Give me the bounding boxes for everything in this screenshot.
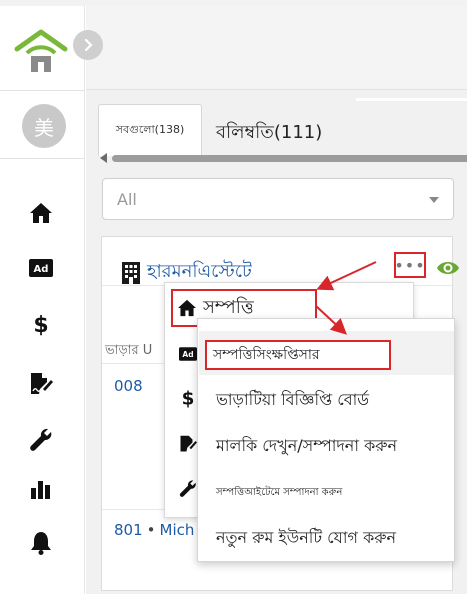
avatar-text: 美 xyxy=(34,115,54,140)
sidebar-divider xyxy=(0,90,85,91)
eye-icon[interactable] xyxy=(436,259,460,281)
signature-icon[interactable] xyxy=(28,371,54,397)
app-logo[interactable] xyxy=(14,24,68,78)
svg-text:Ad: Ad xyxy=(182,350,193,359)
home-icon[interactable] xyxy=(28,200,54,226)
tab-all[interactable]: সবগুলো(138) xyxy=(98,104,202,156)
chevron-right-icon xyxy=(84,39,93,51)
home-icon xyxy=(178,299,196,317)
sidebar: 美 Ad $ xyxy=(0,6,85,594)
dollar-icon[interactable]: $ xyxy=(28,311,54,337)
menu-item-tenant-notice-board[interactable]: ভাড়াটিয়া বিজ্ঞিপ্তি বোর্ড xyxy=(216,387,369,414)
property-submenu: সম্পত্তিসিংক্ষপ্তিসার ভাড়াটিয়া বিজ্ঞিপ… xyxy=(197,318,455,562)
scroll-left-arrow-icon[interactable] xyxy=(100,153,107,163)
unit-row[interactable]: 801 • Mich xyxy=(114,521,194,539)
unit-number[interactable]: 801 xyxy=(114,521,143,539)
ad-icon[interactable]: Ad xyxy=(179,345,197,363)
wrench-icon[interactable] xyxy=(28,426,54,452)
sidebar-divider xyxy=(0,158,85,159)
filter-select-value: All xyxy=(117,190,137,209)
building-icon xyxy=(122,261,140,284)
dollar-icon[interactable]: $ xyxy=(179,389,197,408)
unit-separator: • xyxy=(146,521,156,539)
horizontal-scrollbar[interactable] xyxy=(100,152,467,164)
filter-select[interactable]: All xyxy=(102,178,454,220)
tab-all-label: সবগুলো(138) xyxy=(115,123,185,136)
tenant-column-header: ভাড়ার U xyxy=(105,343,153,358)
menu-item-edit-property-items[interactable]: সম্পত্তিআইটেমে সম্পাদনা করুন xyxy=(216,485,342,502)
signature-icon[interactable] xyxy=(179,435,197,453)
avatar[interactable]: 美 xyxy=(22,104,66,148)
svg-text:$: $ xyxy=(182,389,195,408)
menu-item-add-room-unit[interactable]: নতুন রুম ইউনটি যোগ করুন xyxy=(216,525,396,552)
menu-item-property-summary[interactable]: সম্পত্তিসিংক্ষপ্তিসার xyxy=(205,340,391,370)
bar-chart-icon[interactable] xyxy=(28,476,54,502)
menu-item-view-edit-owner[interactable]: মালকি দেখুন/সম্পাদনা করুন xyxy=(216,433,397,460)
unit-number[interactable]: 008 xyxy=(114,377,143,395)
scrollbar-thumb[interactable] xyxy=(112,155,467,162)
more-options-button[interactable]: ••• xyxy=(394,252,426,278)
top-header xyxy=(86,6,467,90)
header-divider xyxy=(356,98,467,101)
tab-pending-label: বলিম্বতি(111) xyxy=(216,122,323,143)
tenant-name[interactable]: Mich xyxy=(160,521,195,539)
collapse-sidebar-button[interactable] xyxy=(73,30,103,60)
more-options-label: ••• xyxy=(394,255,426,275)
svg-text:Ad: Ad xyxy=(34,264,49,275)
ad-icon[interactable]: Ad xyxy=(28,255,54,281)
tab-pending[interactable]: বলিম্বতি(111) xyxy=(216,118,322,149)
svg-text:$: $ xyxy=(33,313,48,336)
bell-icon[interactable] xyxy=(28,530,54,556)
caret-down-icon xyxy=(429,197,439,203)
wrench-icon[interactable] xyxy=(179,479,197,497)
